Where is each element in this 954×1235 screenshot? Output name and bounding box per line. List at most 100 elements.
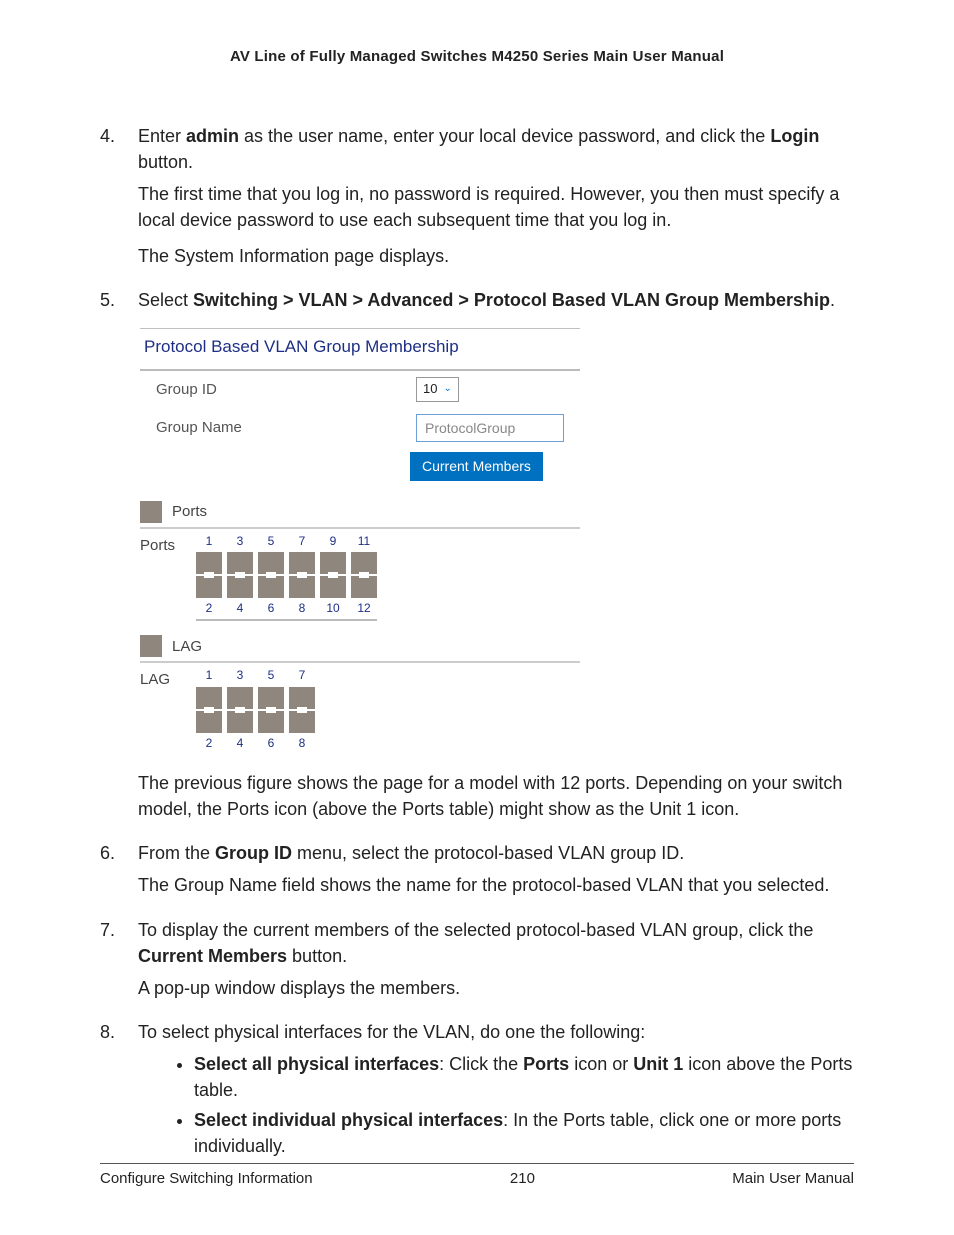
port-cell[interactable] [351,576,377,598]
lag-num: 7 [289,667,315,684]
bullet-individual-interfaces: Select individual physical interfaces: I… [194,1107,854,1159]
ports-bottom-nums: 2 4 6 8 10 12 [196,600,377,617]
step7-text: To display the current members of the se… [138,920,813,966]
ports-section-head: Ports [140,501,580,529]
t-bold: Login [770,126,819,146]
bullet-all-interfaces: Select all physical interfaces: Click th… [194,1051,854,1103]
step4-note2: The System Information page displays. [138,243,854,269]
lag-top-row [196,687,315,709]
port-num: 12 [351,600,377,617]
ports-top-row [196,552,377,574]
lag-cell[interactable] [258,711,284,733]
lag-bottom-nums: 2 4 6 8 [196,735,315,752]
ports-icon[interactable] [140,501,162,523]
t-bold: Select all physical interfaces [194,1054,439,1074]
t-bold: Ports [523,1054,569,1074]
page-title: AV Line of Fully Managed Switches M4250 … [100,48,854,65]
t: From the [138,843,215,863]
lag-cell[interactable] [196,687,222,709]
port-cell[interactable] [227,576,253,598]
ports-row-label: Ports [140,533,184,557]
port-cell[interactable] [258,576,284,598]
t-bold: Group ID [215,843,292,863]
port-cell[interactable] [196,576,222,598]
lag-bottom-row [196,711,315,733]
footer-left: Configure Switching Information [100,1170,313,1187]
lag-cell[interactable] [227,687,253,709]
port-num: 4 [227,600,253,617]
t: menu, select the protocol-based VLAN gro… [292,843,684,863]
step-6: From the Group ID menu, select the proto… [100,840,854,898]
lag-top-nums: 1 3 5 7 [196,667,315,684]
port-num: 11 [351,533,377,550]
figure-vlan-membership: Protocol Based VLAN Group Membership Gro… [140,328,580,755]
port-num: 8 [289,600,315,617]
footer-right: Main User Manual [732,1170,854,1187]
t-bold: Select individual physical interfaces [194,1110,503,1130]
t-bold: Current Members [138,946,287,966]
step6-text: From the Group ID menu, select the proto… [138,843,684,863]
port-num: 10 [320,600,346,617]
port-cell[interactable] [351,552,377,574]
lag-cell[interactable] [227,711,253,733]
lag-grid: 1 3 5 7 [196,667,315,754]
step-4: Enter admin as the user name, enter your… [100,123,854,269]
t: : Click the [439,1054,523,1074]
lag-num: 8 [289,735,315,752]
port-num: 5 [258,533,284,550]
lag-num: 5 [258,667,284,684]
group-id-select[interactable]: 10 ⌄ [416,377,459,402]
lag-block: LAG 1 3 5 7 [140,667,580,754]
t: To display the current members of the se… [138,920,813,940]
t: as the user name, enter your local devic… [239,126,770,146]
port-cell[interactable] [320,552,346,574]
lag-cell[interactable] [289,687,315,709]
row-group-name: Group Name ProtocolGroup [140,408,580,448]
step-8: To select physical interfaces for the VL… [100,1019,854,1159]
lag-num: 4 [227,735,253,752]
step7-note: A pop-up window displays the members. [138,975,854,1001]
lag-cell[interactable] [258,687,284,709]
lag-num: 2 [196,735,222,752]
group-id-value: 10 [423,380,437,399]
port-cell[interactable] [320,576,346,598]
port-cell[interactable] [227,552,253,574]
footer-page-number: 210 [510,1170,535,1187]
port-num: 6 [258,600,284,617]
ports-bottom-row [196,576,377,598]
label-group-name: Group Name [144,417,416,439]
step4-text: Enter admin as the user name, enter your… [138,126,819,172]
ports-head-label: Ports [172,501,207,523]
lag-head-label: LAG [172,636,202,658]
row-group-id: Group ID 10 ⌄ [140,371,580,408]
step4-note1: The first time that you log in, no passw… [138,181,854,233]
ports-grid: 1 3 5 7 9 11 [196,533,377,622]
figure-title: Protocol Based VLAN Group Membership [140,329,580,372]
t: Enter [138,126,186,146]
port-num: 7 [289,533,315,550]
lag-cell[interactable] [289,711,315,733]
port-num: 3 [227,533,253,550]
lag-cell[interactable] [196,711,222,733]
ports-top-nums: 1 3 5 7 9 11 [196,533,377,550]
port-cell[interactable] [289,576,315,598]
port-cell[interactable] [289,552,315,574]
port-cell[interactable] [258,552,284,574]
step8-text: To select physical interfaces for the VL… [138,1022,645,1042]
port-num: 1 [196,533,222,550]
step5-note: The previous figure shows the page for a… [138,770,854,822]
port-num: 2 [196,600,222,617]
page-footer: Configure Switching Information 210 Main… [100,1163,854,1187]
t-bold: Unit 1 [633,1054,683,1074]
step5-text: Select Switching > VLAN > Advanced > Pro… [138,290,835,310]
current-members-button[interactable]: Current Members [410,452,543,480]
port-cell[interactable] [196,552,222,574]
group-name-input[interactable]: ProtocolGroup [416,414,564,442]
step-list: Enter admin as the user name, enter your… [100,123,854,1159]
t: Select [138,290,193,310]
lag-num: 3 [227,667,253,684]
lag-num: 1 [196,667,222,684]
t: icon or [569,1054,633,1074]
t: . [830,290,835,310]
lag-icon[interactable] [140,635,162,657]
